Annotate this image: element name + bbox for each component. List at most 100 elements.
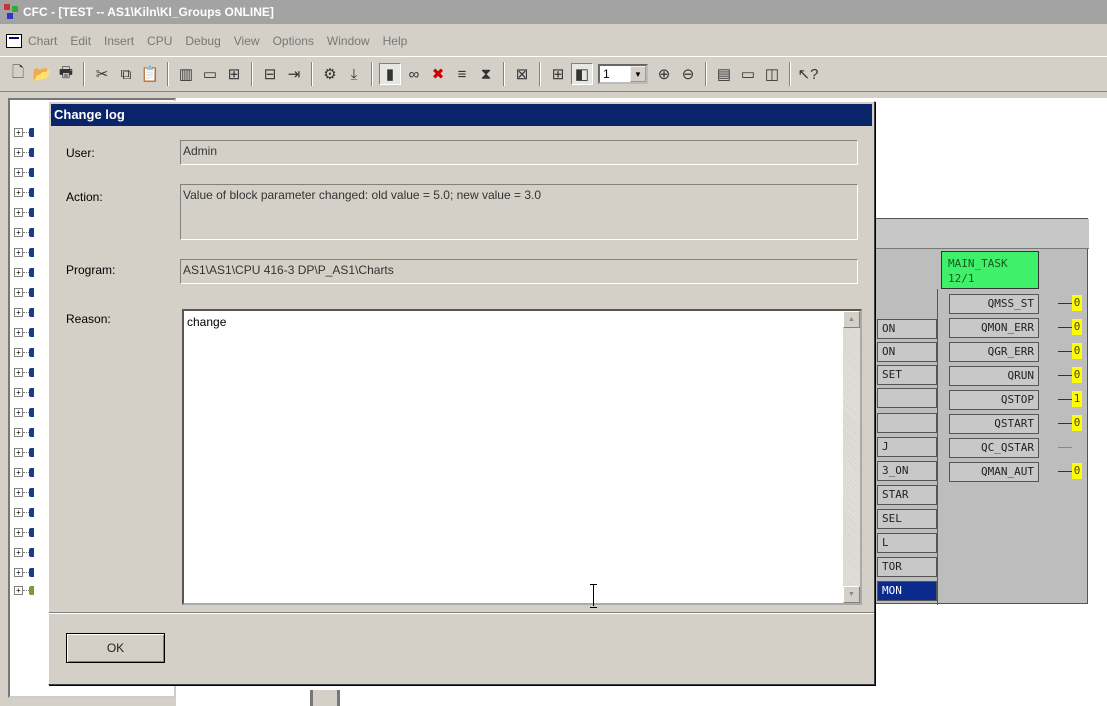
reason-scrollbar[interactable]: ▲ ▼: [843, 311, 860, 603]
output-pin[interactable]: QMON_ERR: [949, 318, 1039, 338]
tree-node[interactable]: +: [14, 168, 44, 179]
output-pin[interactable]: QGR_ERR: [949, 342, 1039, 362]
tree-node[interactable]: +: [14, 428, 44, 439]
sheet-view-icon[interactable]: ▤: [713, 63, 735, 85]
menu-help[interactable]: Help: [383, 34, 408, 48]
output-wire: [1058, 327, 1072, 328]
output-pin[interactable]: QC_QSTAR: [949, 438, 1039, 458]
remove-watch-icon[interactable]: ✖: [427, 63, 449, 85]
paste-icon[interactable]: 📋: [139, 63, 161, 85]
zoom-select[interactable]: 1 ▼: [598, 64, 648, 84]
overview-icon[interactable]: ⊠: [511, 63, 533, 85]
output-pin[interactable]: QMAN_AUT: [949, 462, 1039, 482]
tree-node[interactable]: +: [14, 508, 44, 519]
output-value[interactable]: 0: [1072, 415, 1082, 431]
menu-options[interactable]: Options: [273, 34, 314, 48]
output-value[interactable]: 0: [1072, 319, 1082, 335]
output-pin[interactable]: QSTART: [949, 414, 1039, 434]
output-pin[interactable]: QSTOP: [949, 390, 1039, 410]
tree-node[interactable]: +: [14, 528, 44, 539]
output-value[interactable]: 0: [1072, 343, 1082, 359]
input-pin[interactable]: 3_ON: [877, 461, 937, 481]
output-pin[interactable]: QRUN: [949, 366, 1039, 386]
scroll-up-icon[interactable]: ▲: [843, 311, 860, 328]
trend-icon[interactable]: ⧗: [475, 63, 497, 85]
test-mode-icon[interactable]: ▮: [379, 63, 401, 85]
tree-node[interactable]: +: [14, 288, 44, 299]
copy-icon[interactable]: ⧉: [115, 63, 137, 85]
input-pin[interactable]: ON: [877, 319, 937, 339]
split-view-icon[interactable]: ▭: [737, 63, 759, 85]
cut-icon[interactable]: ✂: [91, 63, 113, 85]
tree-node[interactable]: +: [14, 548, 44, 559]
grid-icon[interactable]: ⊞: [547, 63, 569, 85]
tree-node[interactable]: +: [14, 148, 44, 159]
tree-node[interactable]: +: [14, 468, 44, 479]
download-icon[interactable]: ⤓: [343, 63, 365, 85]
output-value[interactable]: 0: [1072, 463, 1082, 479]
tree-node[interactable]: +: [14, 488, 44, 499]
tree-node[interactable]: +: [14, 208, 44, 219]
chevron-down-icon[interactable]: ▼: [630, 66, 646, 82]
tree-node[interactable]: +: [14, 228, 44, 239]
input-pin[interactable]: [877, 388, 937, 408]
input-pin[interactable]: [877, 413, 937, 433]
tree-node[interactable]: +: [14, 388, 44, 399]
output-value[interactable]: 1: [1072, 391, 1082, 407]
input-pin[interactable]: SET: [877, 365, 937, 385]
tree-node[interactable]: +: [14, 448, 44, 459]
zoom-out-icon[interactable]: ⊖: [677, 63, 699, 85]
tree-node[interactable]: +: [14, 568, 44, 579]
task-assignment[interactable]: MAIN_TASK 12/1: [941, 251, 1039, 289]
menu-window[interactable]: Window: [327, 34, 370, 48]
tree-node[interactable]: +: [14, 586, 44, 597]
new-icon[interactable]: 🗋: [7, 63, 29, 85]
output-value[interactable]: 0: [1072, 295, 1082, 311]
tree-node[interactable]: +: [14, 368, 44, 379]
print-icon[interactable]: 🖶: [55, 63, 77, 85]
input-pin[interactable]: TOR: [877, 557, 937, 577]
mdi-child-icon[interactable]: [6, 34, 22, 48]
scroll-down-icon[interactable]: ▼: [843, 586, 860, 603]
tree-node[interactable]: +: [14, 308, 44, 319]
hierarchy-icon[interactable]: ⊞: [223, 63, 245, 85]
window-icon[interactable]: ▭: [199, 63, 221, 85]
splitter-handle[interactable]: [310, 690, 340, 706]
tree-node[interactable]: +: [14, 188, 44, 199]
output-wire: [1058, 303, 1072, 304]
tree-node[interactable]: +: [14, 408, 44, 419]
watch-icon[interactable]: ∞: [403, 63, 425, 85]
input-pin[interactable]: L: [877, 533, 937, 553]
function-block[interactable]: MAIN_TASK 12/1 ON ON SET J 3_ON STAR SEL…: [840, 218, 1089, 605]
tree-node[interactable]: +: [14, 268, 44, 279]
tree-node[interactable]: +: [14, 248, 44, 259]
columns-icon[interactable]: ◫: [761, 63, 783, 85]
menu-debug[interactable]: Debug: [185, 34, 220, 48]
compile-icon[interactable]: ⚙: [319, 63, 341, 85]
interconnect-icon[interactable]: ⇥: [283, 63, 305, 85]
input-pin[interactable]: J: [877, 437, 937, 457]
menu-insert[interactable]: Insert: [104, 34, 134, 48]
context-help-icon[interactable]: ↖?: [797, 63, 819, 85]
input-pin[interactable]: STAR: [877, 485, 937, 505]
output-value[interactable]: 0: [1072, 367, 1082, 383]
zoom-in-icon[interactable]: ⊕: [653, 63, 675, 85]
ok-button[interactable]: OK: [66, 633, 165, 663]
menu-cpu[interactable]: CPU: [147, 34, 172, 48]
catalog-icon[interactable]: ▥: [175, 63, 197, 85]
menu-view[interactable]: View: [234, 34, 260, 48]
tree-node[interactable]: +: [14, 348, 44, 359]
output-pin[interactable]: QMSS_ST: [949, 294, 1039, 314]
menu-edit[interactable]: Edit: [70, 34, 91, 48]
reason-textarea[interactable]: change ▲ ▼: [182, 309, 862, 608]
input-pin-selected[interactable]: MON: [877, 581, 937, 601]
input-pin[interactable]: ON: [877, 342, 937, 362]
watch-on-icon[interactable]: ≡: [451, 63, 473, 85]
sheet-icon[interactable]: ◧: [571, 63, 593, 85]
menu-chart[interactable]: Chart: [28, 34, 57, 48]
tree-node[interactable]: +: [14, 328, 44, 339]
tree-node[interactable]: +: [14, 128, 44, 139]
block-icon[interactable]: ⊟: [259, 63, 281, 85]
input-pin[interactable]: SEL: [877, 509, 937, 529]
open-icon[interactable]: 📂: [31, 63, 53, 85]
